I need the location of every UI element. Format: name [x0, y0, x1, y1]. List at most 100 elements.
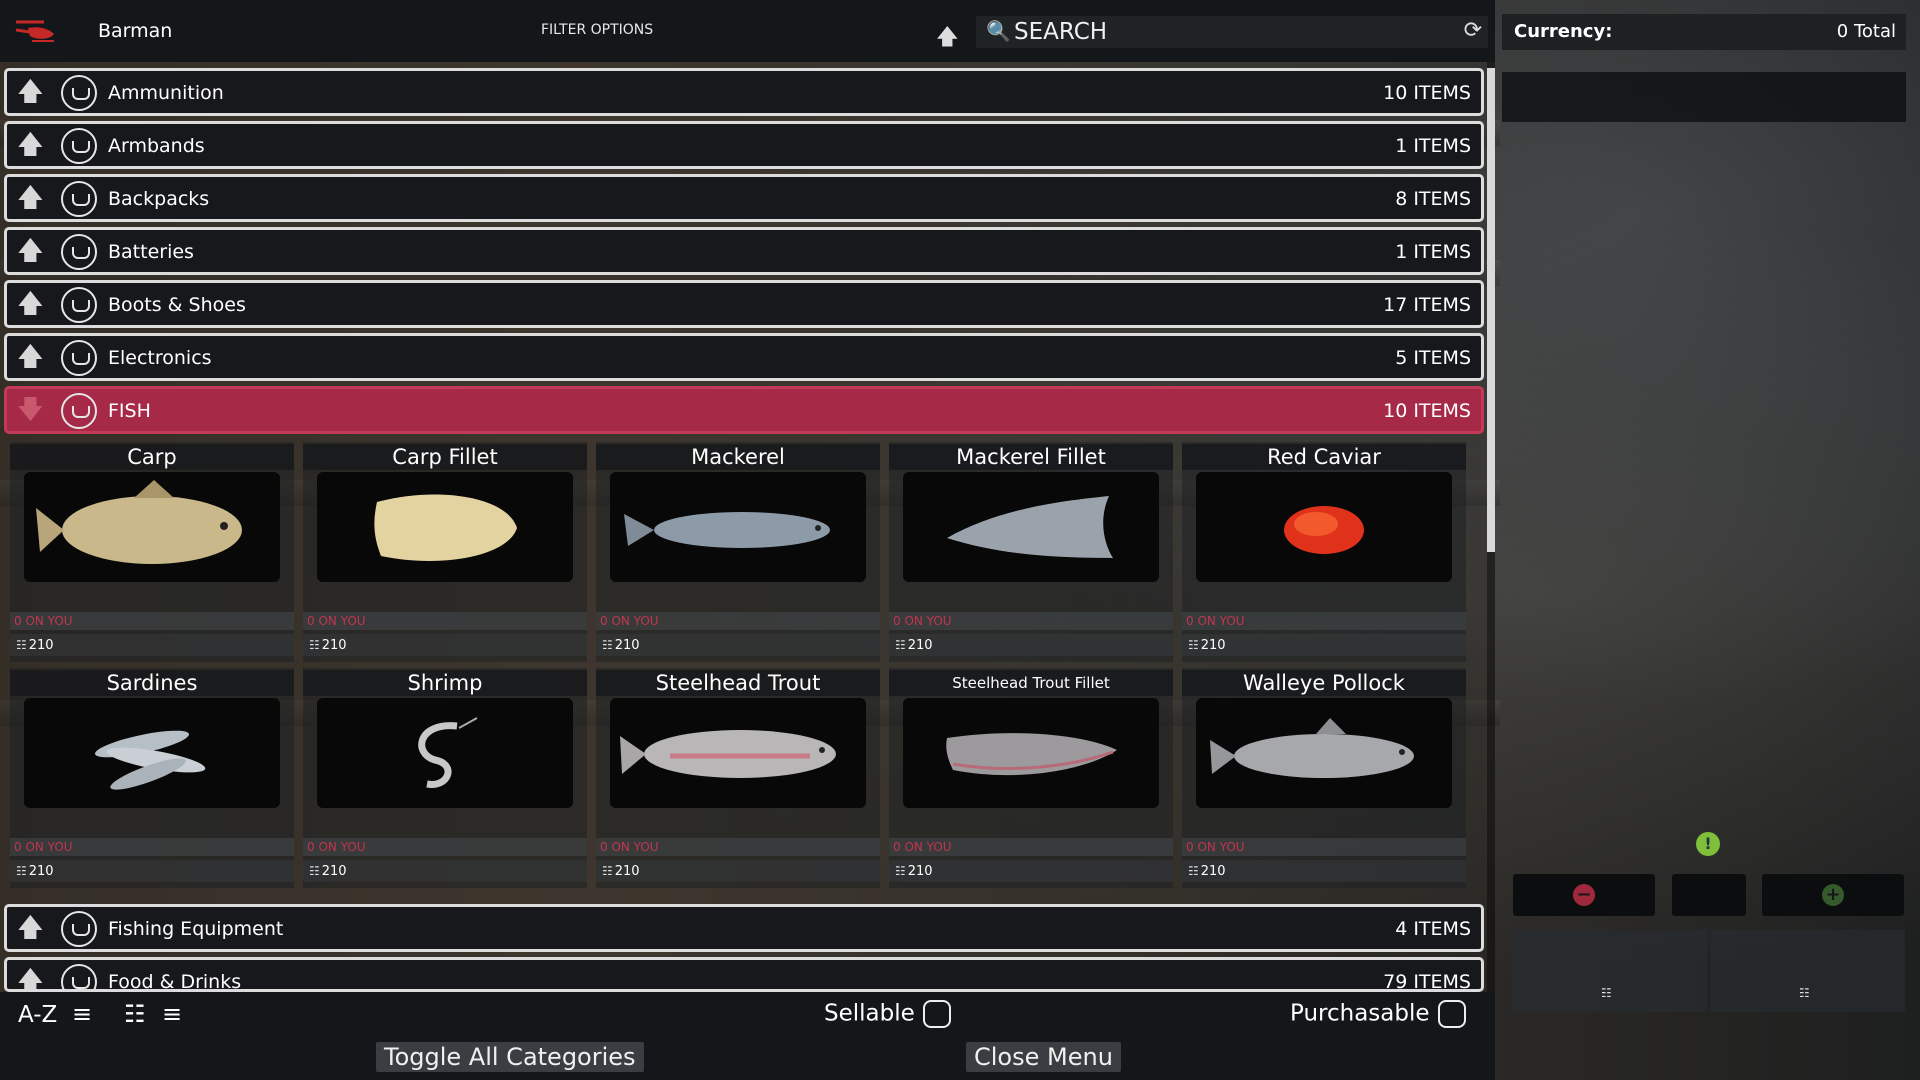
- item-price-row: ☷ 210: [303, 860, 587, 882]
- sort-list-icon[interactable]: ≡: [72, 1000, 92, 1028]
- fillet-icon: [374, 494, 517, 561]
- item-price: 210: [321, 864, 347, 879]
- item-price: 210: [907, 864, 933, 879]
- category-count: 10 ITEMS: [1383, 82, 1471, 104]
- category-row-electronics[interactable]: 🡅 Electronics 5 ITEMS: [4, 333, 1484, 381]
- item-card-shrimp[interactable]: Shrimp 0 ON YOU ☷ 210: [303, 668, 587, 888]
- category-count: 5 ITEMS: [1395, 347, 1471, 369]
- currency-total: 0 Total: [1836, 21, 1896, 42]
- item-price: 210: [28, 864, 54, 879]
- sort-list-icon[interactable]: ≡: [162, 1000, 182, 1028]
- scroll-thumb[interactable]: [1487, 68, 1495, 552]
- category-name: FISH: [108, 400, 151, 422]
- arrow-down-icon: 🡇: [17, 395, 44, 425]
- item-card-steelhead-trout[interactable]: Steelhead Trout 0 ON YOU ☷ 210: [596, 668, 880, 888]
- item-on-you: 0 ON YOU: [889, 838, 1173, 856]
- item-on-you: 0 ON YOU: [596, 612, 880, 630]
- category-row-batteries[interactable]: 🡅 Batteries 1 ITEMS: [4, 227, 1484, 275]
- hand-coin-icon: [61, 181, 97, 217]
- filter-options-button[interactable]: FILTER OPTIONS: [541, 22, 653, 38]
- item-on-you: 0 ON YOU: [10, 612, 294, 630]
- category-name: Boots & Shoes: [108, 294, 246, 316]
- category-row-backpacks[interactable]: 🡅 Backpacks 8 ITEMS: [4, 174, 1484, 222]
- currency-bar: Currency: 0 Total: [1502, 14, 1906, 50]
- trade-list-panel: [1502, 72, 1906, 122]
- item-name: Sardines: [10, 670, 294, 696]
- arrow-up-icon: 🡅: [17, 236, 44, 266]
- sellable-checkbox[interactable]: [922, 1000, 951, 1028]
- carp-fish-image: [24, 472, 280, 582]
- quantity-field[interactable]: [1672, 874, 1746, 916]
- category-count: 10 ITEMS: [1383, 400, 1471, 422]
- category-count: 4 ITEMS: [1395, 918, 1471, 940]
- item-card-steelhead-trout-fillet[interactable]: Steelhead Trout Fillet 0 ON YOU ☷ 210: [889, 668, 1173, 888]
- search-icon: 🔍: [986, 19, 1011, 43]
- purchasable-toggle[interactable]: Purchasable: [1290, 1000, 1466, 1028]
- mackerel-fillet-image: [903, 472, 1159, 582]
- increase-button[interactable]: +: [1762, 874, 1904, 916]
- item-card-mackerel-fillet[interactable]: Mackerel Fillet 0 ON YOU ☷ 210: [889, 442, 1173, 662]
- coin-stack-icon: ☷: [895, 638, 906, 652]
- hand-coin-icon: [61, 911, 97, 947]
- close-menu-button[interactable]: Close Menu: [966, 1042, 1121, 1072]
- item-price-row: ☷ 210: [1182, 634, 1466, 656]
- item-name: Steelhead Trout Fillet: [889, 670, 1173, 696]
- buy-price-box[interactable]: ☷: [1711, 930, 1905, 1012]
- category-row-ammunition[interactable]: 🡅 Ammunition 10 ITEMS: [4, 68, 1484, 116]
- decrease-button[interactable]: −: [1513, 874, 1655, 916]
- coin-stack-icon: ☷: [1188, 864, 1199, 878]
- plus-icon: +: [1822, 884, 1844, 906]
- scrollbar[interactable]: [1487, 62, 1495, 992]
- category-row-food-drinks[interactable]: 🡅 Food & Drinks 79 ITEMS: [4, 957, 1484, 992]
- purchasable-checkbox[interactable]: [1437, 1000, 1466, 1028]
- fillet-icon: [947, 496, 1113, 558]
- category-row-fish[interactable]: 🡇 FISH 10 ITEMS: [4, 386, 1484, 434]
- category-row-fishing-equipment[interactable]: 🡅 Fishing Equipment 4 ITEMS: [4, 904, 1484, 952]
- search-input[interactable]: [1014, 19, 1434, 45]
- category-name: Batteries: [108, 241, 194, 263]
- item-on-you: 0 ON YOU: [889, 612, 1173, 630]
- coin-stack-icon[interactable]: ☷: [124, 1000, 146, 1028]
- arrow-up-icon[interactable]: 🡅: [936, 20, 959, 58]
- refresh-icon[interactable]: ⟳: [1464, 18, 1482, 43]
- hand-coin-icon: [61, 75, 97, 111]
- search-box[interactable]: 🔍 ⟳: [976, 16, 1488, 48]
- item-card-carp[interactable]: Carp 0 ON YOU ☷ 210: [10, 442, 294, 662]
- hand-coin-icon: [61, 340, 97, 376]
- trout-fish-icon: [620, 730, 836, 778]
- category-name: Backpacks: [108, 188, 210, 210]
- sort-az-button[interactable]: A-Z: [18, 1002, 57, 1028]
- arrow-up-icon: 🡅: [17, 966, 44, 992]
- category-row-armbands[interactable]: 🡅 Armbands 1 ITEMS: [4, 121, 1484, 169]
- coin-stack-icon: ☷: [602, 864, 613, 878]
- steelhead-trout-fillet-image: [903, 698, 1159, 808]
- red-caviar-image: [1196, 472, 1452, 582]
- item-card-red-caviar[interactable]: Red Caviar 0 ON YOU ☷ 210: [1182, 442, 1466, 662]
- item-card-walleye-pollock[interactable]: Walleye Pollock 0 ON YOU ☷ 210: [1182, 668, 1466, 888]
- item-price-row: ☷ 210: [10, 860, 294, 882]
- item-card-sardines[interactable]: Sardines 0 ON YOU ☷ 210: [10, 668, 294, 888]
- hand-coin-icon: [61, 964, 97, 989]
- top-bar: Barman FILTER OPTIONS 🡅 🔍 ⟳: [0, 0, 1495, 62]
- category-row-boots-shoes[interactable]: 🡅 Boots & Shoes 17 ITEMS: [4, 280, 1484, 328]
- item-price-row: ☷ 210: [889, 634, 1173, 656]
- toggle-all-categories-button[interactable]: Toggle All Categories: [376, 1042, 644, 1072]
- category-name: Electronics: [108, 347, 212, 369]
- category-name: Fishing Equipment: [108, 918, 284, 940]
- coin-stack-icon: ☷: [1601, 986, 1612, 1000]
- item-price: 210: [28, 638, 54, 653]
- coin-stack-icon: ☷: [16, 864, 27, 878]
- item-card-mackerel[interactable]: Mackerel 0 ON YOU ☷ 210: [596, 442, 880, 662]
- sellable-toggle[interactable]: Sellable: [824, 1000, 951, 1028]
- item-card-carp-fillet[interactable]: Carp Fillet 0 ON YOU ☷ 210: [303, 442, 587, 662]
- sell-price-box[interactable]: ☷: [1513, 930, 1707, 1012]
- caviar-icon: [1284, 506, 1364, 554]
- coin-stack-icon: ☷: [16, 638, 27, 652]
- category-count: 8 ITEMS: [1395, 188, 1471, 210]
- carp-fish-icon: [36, 480, 242, 564]
- hand-coin-icon: [61, 128, 97, 164]
- item-price-row: ☷ 210: [1182, 860, 1466, 882]
- category-count: 1 ITEMS: [1395, 135, 1471, 157]
- vendor-name: Barman: [98, 20, 173, 42]
- item-price-row: ☷ 210: [596, 634, 880, 656]
